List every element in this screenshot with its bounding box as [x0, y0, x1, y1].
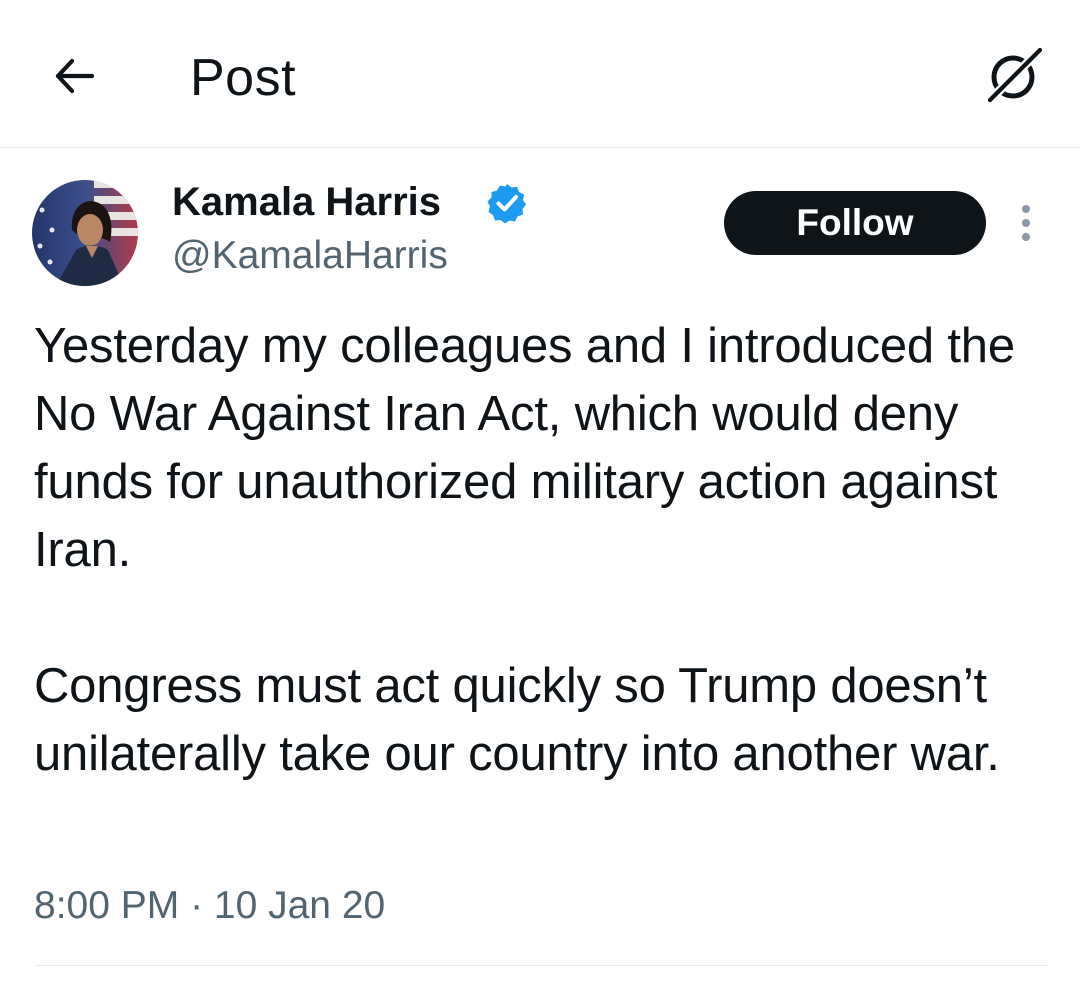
- grok-icon: [985, 45, 1045, 105]
- grok-button[interactable]: [982, 42, 1048, 108]
- post-text: Yesterday my colleagues and I introduced…: [34, 319, 1015, 781]
- verified-badge-icon: [487, 184, 526, 224]
- page-title: Post: [190, 49, 297, 107]
- profile-photo: [32, 180, 138, 286]
- more-options-button[interactable]: [1006, 198, 1046, 248]
- post-timestamp[interactable]: 8:00 PM · 10 Jan 20: [34, 880, 385, 932]
- back-button[interactable]: [44, 46, 104, 106]
- author-handle[interactable]: @KamalaHarris: [172, 232, 448, 280]
- arrow-left-icon: [55, 58, 95, 94]
- author-display-name[interactable]: Kamala Harris: [172, 178, 441, 226]
- more-vertical-icon: [1022, 205, 1030, 241]
- divider: [34, 965, 1048, 966]
- avatar[interactable]: [32, 180, 138, 286]
- top-bar: Post: [0, 0, 1080, 148]
- follow-button[interactable]: Follow: [724, 191, 986, 255]
